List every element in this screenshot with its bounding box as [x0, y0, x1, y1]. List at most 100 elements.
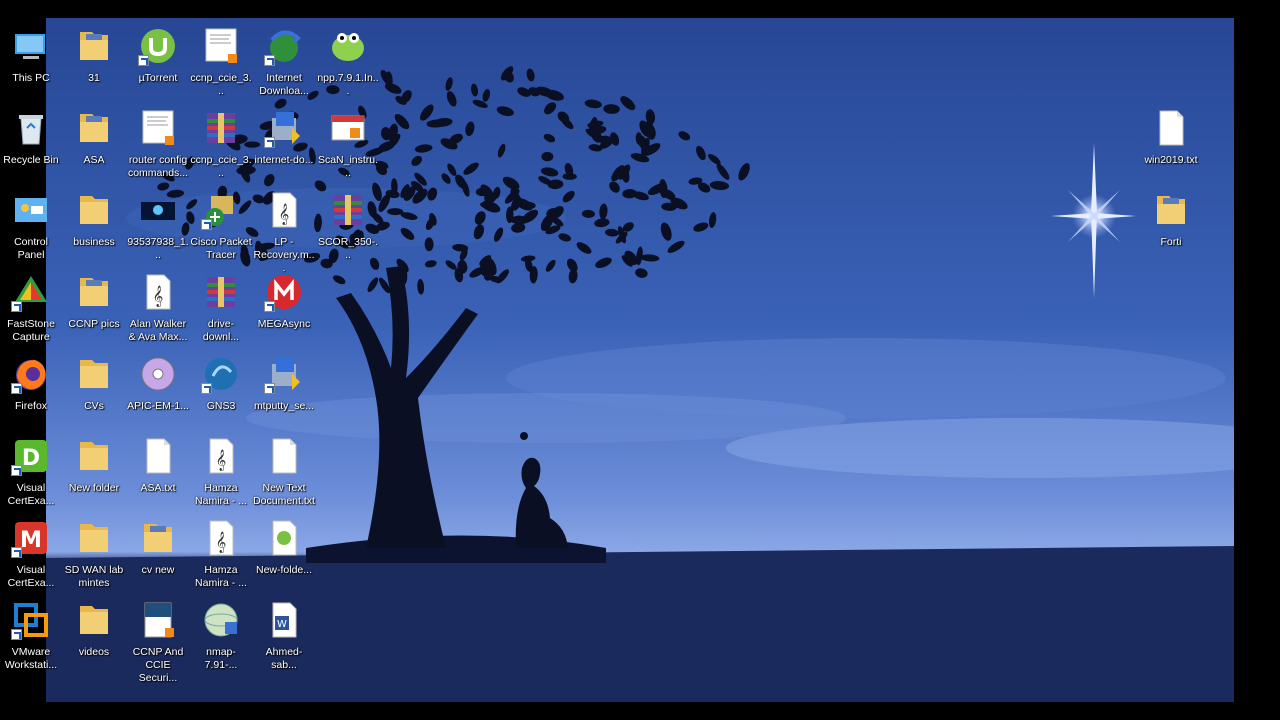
desktop-icon[interactable]: APIC-EM-1... [126, 350, 190, 430]
desktop-icon[interactable]: ASA.txt [126, 432, 190, 512]
desktop-icon[interactable]: ScaN_instru... [316, 104, 380, 184]
image-file-icon [138, 190, 178, 230]
desktop-icon[interactable]: M Visual CertExa... [0, 514, 63, 594]
desktop-icon-label: Ahmed-sab... [265, 646, 303, 671]
desktop-icon-label: VMware Workstati... [4, 646, 58, 671]
picture-folder-icon [74, 272, 114, 312]
shortcut-arrow-icon [201, 383, 212, 394]
desktop-icon[interactable]: videos [62, 596, 126, 676]
desktop-icon-label: APIC-EM-1... [127, 400, 189, 412]
this-pc-icon [11, 26, 51, 66]
nmap-installer-icon [201, 600, 241, 640]
desktop-icon-label: internet-do... [254, 154, 314, 166]
desktop-icon[interactable]: VMware Workstati... [0, 596, 63, 676]
desktop-icon[interactable]: New-folde... [252, 514, 316, 594]
svg-text:W: W [277, 619, 287, 630]
desktop-icon[interactable]: Recycle Bin [0, 104, 63, 184]
desktop-icon[interactable]: 31 [62, 22, 126, 102]
desktop-icon-label: Alan Walker & Ava Max... [128, 318, 188, 343]
desktop-icon[interactable]: SCOR_350-... [316, 186, 380, 266]
desktop-icon[interactable]: nmap-7.91-... [189, 596, 253, 676]
desktop-icon[interactable]: Control Panel [0, 186, 63, 266]
desktop-icon-label: µTorrent [138, 72, 178, 84]
document-icon [201, 26, 241, 66]
installer-icon [264, 354, 304, 394]
svg-text:𝄞: 𝄞 [153, 286, 164, 307]
desktop-icon-label: npp.7.9.1.In... [317, 72, 379, 97]
desktop-icon[interactable]: ccnp_ccie_3... [189, 104, 253, 184]
audio-file-icon: 𝄞 [138, 272, 178, 312]
desktop-icon[interactable]: mtputty_se... [252, 350, 316, 430]
desktop-icon[interactable]: npp.7.9.1.In... [316, 22, 380, 102]
desktop-icon[interactable]: ccnp_ccie_3... [189, 22, 253, 102]
audio-file-icon: 𝄞 [201, 518, 241, 558]
desktop-icon[interactable]: 𝄞 LP - Recovery.m... [252, 186, 316, 274]
desktop-icon-label: videos [78, 646, 110, 658]
desktop-icon[interactable]: CCNP And CCIE Securi... [126, 596, 190, 684]
desktop-icon[interactable]: µTorrent [126, 22, 190, 102]
desktop-icon[interactable]: 𝄞 Alan Walker & Ava Max... [126, 268, 190, 348]
desktop-icon[interactable]: internet-do... [252, 104, 316, 184]
text-file-icon [1151, 108, 1191, 148]
shortcut-arrow-icon [11, 629, 22, 640]
desktop-icon[interactable]: cv new [126, 514, 190, 594]
folder-icon [74, 354, 114, 394]
shortcut-arrow-icon [264, 301, 275, 312]
desktop-icon-label: This PC [12, 72, 50, 84]
desktop-icon-label: MEGAsync [257, 318, 311, 330]
folder-icon [74, 436, 114, 476]
desktop-icon-label: 31 [88, 72, 100, 84]
desktop-icon[interactable]: MEGAsync [252, 268, 316, 348]
svg-text:D: D [22, 446, 40, 471]
desktop-icon[interactable]: 𝄞 Hamza Namira - ... [189, 514, 253, 594]
desktop-icon-label: ccnp_ccie_3... [190, 72, 252, 97]
desktop-icon-label: drive-downl... [202, 318, 240, 343]
desktop-icon-label: ASA [83, 154, 105, 166]
desktop-icon[interactable]: 93537938_1... [126, 186, 190, 266]
packet-tracer-icon [201, 190, 241, 230]
shortcut-arrow-icon [11, 547, 22, 558]
desktop-icon[interactable]: Firefox [0, 350, 63, 430]
document-icon [138, 108, 178, 148]
picture-folder-icon [138, 518, 178, 558]
shortcut-arrow-icon [264, 55, 275, 66]
shortcut-arrow-icon [264, 383, 275, 394]
desktop-icon[interactable]: Internet Downloa... [252, 22, 316, 102]
desktop-icon[interactable]: Cisco Packet Tracer [189, 186, 253, 266]
vce-manager-icon: M [11, 518, 51, 558]
desktop-icon[interactable]: 𝄞 Hamza Namira - ... [189, 432, 253, 512]
desktop-icon[interactable]: New Text Document.txt [252, 432, 316, 512]
desktop-icon[interactable]: CVs [62, 350, 126, 430]
desktop-icon[interactable]: FastStone Capture [0, 268, 63, 348]
desktop: This PC Recycle Bin Control Panel FastStone… [0, 0, 1280, 720]
desktop-icon-label: 93537938_1... [127, 236, 189, 261]
desktop-icon[interactable]: router config commands... [126, 104, 190, 184]
desktop-icon[interactable]: drive-downl... [189, 268, 253, 348]
shortcut-arrow-icon [201, 219, 212, 230]
desktop-icon[interactable]: Forti [1139, 186, 1203, 266]
desktop-icon[interactable]: W Ahmed-sab... [252, 596, 316, 676]
svg-text:𝄞: 𝄞 [216, 450, 227, 471]
installer-icon [264, 108, 304, 148]
desktop-icon-label: Visual CertExa... [7, 564, 55, 589]
desktop-icon[interactable]: This PC [0, 22, 63, 102]
desktop-icon-label: ASA.txt [140, 482, 176, 494]
desktop-icon[interactable]: D Visual CertExa... [0, 432, 63, 512]
desktop-icon[interactable]: SD WAN lab mintes [62, 514, 126, 594]
desktop-icon[interactable]: win2019.txt [1139, 104, 1203, 184]
image-file-icon [328, 108, 368, 148]
svg-text:𝄞: 𝄞 [216, 532, 227, 553]
desktop-icon[interactable]: CCNP pics [62, 268, 126, 348]
control-panel-icon [11, 190, 51, 230]
desktop-icon-label: business [73, 236, 115, 248]
desktop-icon-label: GNS3 [206, 400, 236, 412]
shortcut-arrow-icon [11, 301, 22, 312]
desktop-icon-label: Control Panel [14, 236, 48, 261]
desktop-icon[interactable]: New folder [62, 432, 126, 512]
desktop-icon-label: Firefox [14, 400, 48, 412]
desktop-icon-label: ScaN_instru... [317, 154, 379, 179]
desktop-icon[interactable]: business [62, 186, 126, 266]
desktop-icon[interactable]: ASA [62, 104, 126, 184]
desktop-icon[interactable]: GNS3 [189, 350, 253, 430]
rar-archive-icon [201, 272, 241, 312]
